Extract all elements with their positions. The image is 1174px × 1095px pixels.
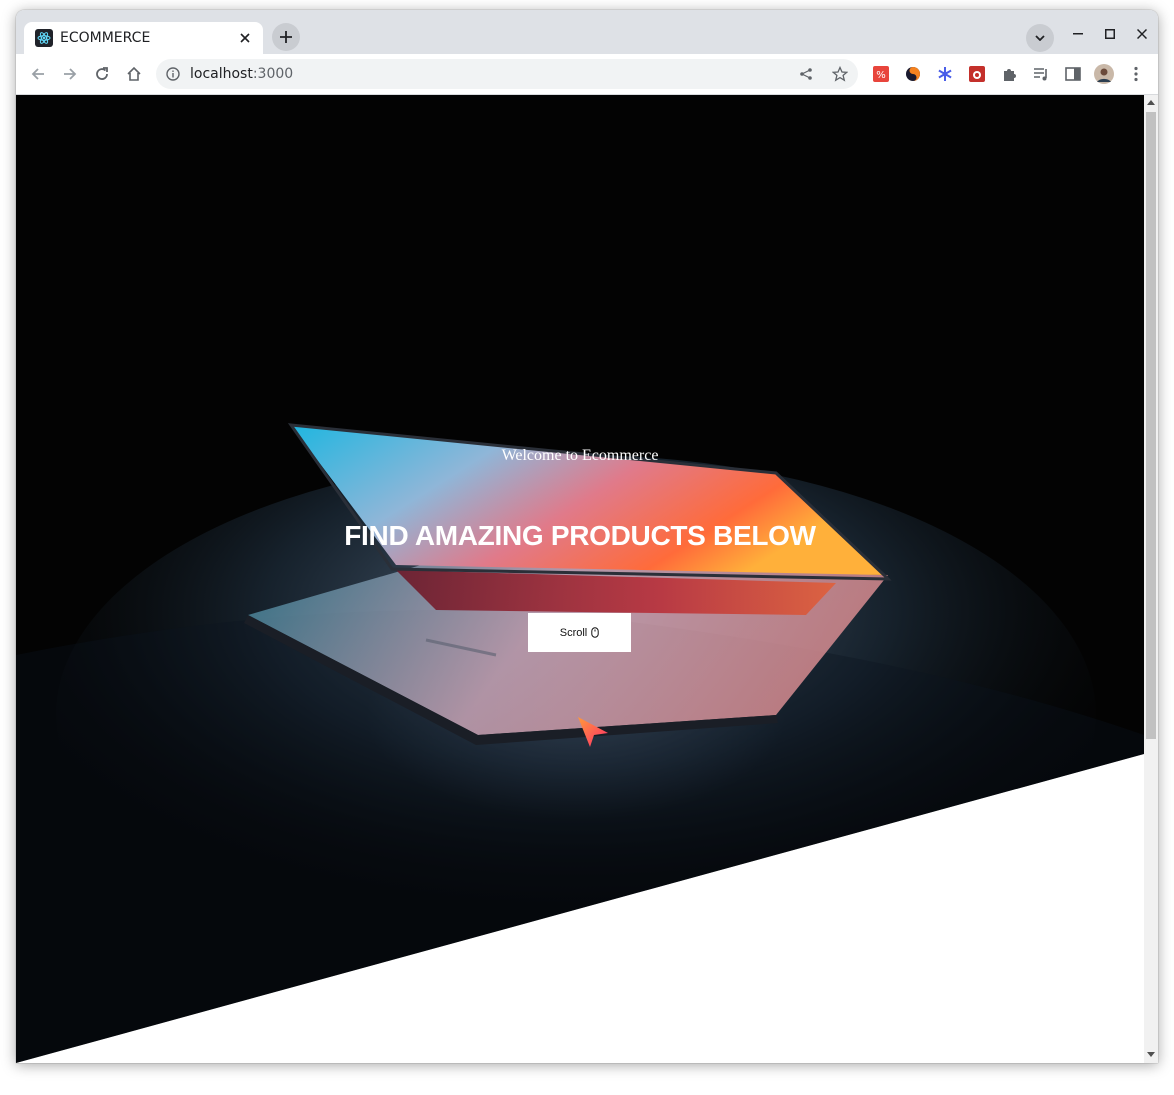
reading-list-icon[interactable] <box>1031 64 1051 84</box>
snowflake-extension-icon[interactable] <box>935 64 955 84</box>
share-icon[interactable] <box>799 67 813 81</box>
profile-avatar-icon[interactable] <box>1094 64 1114 84</box>
page-viewport: Welcome to Ecommerce FIND AMAZING PRODUC… <box>16 95 1144 1063</box>
maximize-icon <box>1105 29 1115 39</box>
vertical-scrollbar[interactable] <box>1144 95 1158 1063</box>
url-text: localhost:3000 <box>190 66 293 82</box>
forward-button[interactable] <box>56 60 84 88</box>
browser-window: ECOMMERCE localhost:3000 % Welcome to Ec… <box>16 10 1158 1063</box>
close-icon <box>1137 29 1147 39</box>
reload-icon <box>96 67 108 80</box>
reload-button[interactable] <box>88 60 116 88</box>
address-bar[interactable]: localhost:3000 <box>156 59 858 89</box>
svg-text:%: % <box>876 70 886 81</box>
side-panel-icon[interactable] <box>1063 64 1083 84</box>
scroll-up-icon[interactable] <box>1147 98 1155 106</box>
cursor-arrow-icon <box>578 717 608 747</box>
browser-toolbar: localhost:3000 % <box>16 54 1158 95</box>
bookmark-star-icon[interactable] <box>832 66 848 82</box>
translate-extension-icon[interactable]: % <box>871 64 891 84</box>
tab-ecommerce[interactable]: ECOMMERCE <box>24 22 263 54</box>
back-button[interactable] <box>24 60 52 88</box>
maximize-button[interactable] <box>1098 24 1122 44</box>
menu-icon[interactable] <box>1126 64 1146 84</box>
home-icon <box>127 66 141 81</box>
minimize-icon <box>1073 33 1083 35</box>
url-port: :3000 <box>252 66 294 82</box>
minimize-button[interactable] <box>1066 24 1090 44</box>
home-button[interactable] <box>120 60 148 88</box>
puzzle-extensions-icon[interactable] <box>999 64 1019 84</box>
sync-extension-icon[interactable] <box>903 64 923 84</box>
title-bar: ECOMMERCE <box>16 10 1158 54</box>
bug-extension-icon[interactable] <box>967 64 987 84</box>
scrollbar-thumb[interactable] <box>1146 112 1156 739</box>
react-icon <box>35 29 53 47</box>
hero-headline: FIND AMAZING PRODUCTS BELOW <box>344 520 816 551</box>
hero-banner: Welcome to Ecommerce FIND AMAZING PRODUC… <box>16 95 1144 1063</box>
laptop-background-image <box>16 423 1144 1063</box>
plus-icon <box>280 31 292 43</box>
close-tab-icon[interactable] <box>235 28 255 48</box>
close-window-button[interactable] <box>1130 24 1154 44</box>
welcome-text: Welcome to Ecommerce <box>501 447 659 464</box>
back-arrow-icon <box>31 68 44 80</box>
mouse-icon <box>591 627 599 638</box>
tab-search-button[interactable] <box>1026 24 1054 52</box>
forward-arrow-icon <box>64 68 77 80</box>
info-icon <box>166 67 180 81</box>
scroll-button[interactable]: Scroll <box>528 613 631 652</box>
scroll-label: Scroll <box>559 626 588 639</box>
scroll-down-icon[interactable] <box>1147 1051 1155 1059</box>
chevron-down-icon <box>1035 35 1045 41</box>
url-host: localhost <box>190 66 253 82</box>
new-tab-button[interactable] <box>272 23 300 51</box>
tab-title: ECOMMERCE <box>60 30 151 46</box>
